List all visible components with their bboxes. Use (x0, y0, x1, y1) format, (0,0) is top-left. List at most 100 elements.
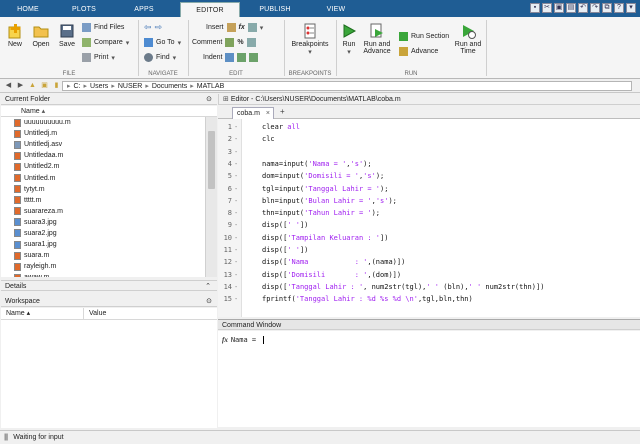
copy-icon[interactable]: ▣ (554, 3, 564, 13)
paste-icon[interactable]: ▤ (566, 3, 576, 13)
code-line[interactable]: 3- (218, 147, 640, 157)
tab-view[interactable]: VIEW (316, 2, 356, 17)
find-button[interactable]: Find ▾ (144, 52, 176, 63)
file-list-item[interactable]: uuuuuuuuuu.m (1, 117, 205, 128)
breakpoint-marker[interactable]: - (234, 245, 238, 255)
indent-button[interactable]: Indent (203, 52, 259, 63)
collapse-icon[interactable]: ⊞ (223, 96, 229, 103)
run-and-time-button[interactable]: Run and Time (454, 23, 482, 55)
scrollbar-thumb[interactable] (208, 131, 215, 189)
file-list-item[interactable]: suara3.jpg (1, 217, 205, 228)
crumb-nuser[interactable]: NUSER (118, 83, 143, 90)
breakpoint-marker[interactable]: - (234, 208, 238, 218)
crumb-matlab[interactable]: MATLAB (197, 83, 225, 90)
forward-arrow-icon[interactable]: ⇨ (155, 22, 163, 33)
close-tab-icon[interactable]: × (266, 108, 270, 119)
file-list-item[interactable]: suara.m (1, 250, 205, 261)
forward-icon[interactable]: ▶ (16, 81, 25, 90)
code-line[interactable]: 7- bln=input('Bulan Lahir = ','s'); (218, 196, 640, 206)
code-line[interactable]: 1- clear all (218, 122, 640, 132)
tab-plots[interactable]: PLOTS (64, 2, 104, 17)
breakpoint-marker[interactable]: - (234, 134, 238, 144)
breakpoint-marker[interactable]: - (234, 257, 238, 267)
run-section-button[interactable]: Run Section (399, 31, 449, 42)
tab-editor[interactable]: EDITOR (180, 2, 240, 17)
run-and-advance-button[interactable]: Run and Advance (362, 23, 392, 55)
breakpoint-marker[interactable]: - (234, 220, 238, 230)
comment-button[interactable]: Comment % (192, 37, 256, 48)
code-line[interactable]: 6- tgl=input('Tanggal Lahir = '); (218, 184, 640, 194)
new-tab-button[interactable]: + (280, 107, 285, 116)
code-line[interactable]: 4- nama=input('Nama = ','s'); (218, 159, 640, 169)
crumb-documents[interactable]: Documents (152, 83, 187, 90)
save-quick-icon[interactable]: ▪ (530, 3, 540, 13)
breakpoint-marker[interactable]: - (234, 196, 238, 206)
code-line[interactable]: 8- thn=input('Tahun Lahir = '); (218, 208, 640, 218)
undo-icon[interactable]: ↶ (578, 3, 588, 13)
back-forward-buttons[interactable]: ⇦ ⇨ (144, 22, 162, 33)
breakpoint-marker[interactable]: - (234, 294, 238, 304)
print-button[interactable]: Print ▾ (82, 52, 115, 63)
crumb-drive[interactable]: C: (74, 83, 81, 90)
breakpoint-marker[interactable]: - (234, 233, 238, 243)
code-line[interactable]: 10- disp(['Tampilan Keluaran : ']) (218, 233, 640, 243)
code-line[interactable]: 9- disp([' ']) (218, 220, 640, 230)
fx-icon[interactable]: fx (239, 24, 245, 31)
file-list-item[interactable]: tytyt.m (1, 184, 205, 195)
up-folder-icon[interactable]: ▲ (28, 81, 37, 90)
current-folder-path[interactable]: ▸ C: ▸ Users ▸ NUSER ▸ Documents ▸ MATLA… (62, 81, 632, 91)
workspace-name-header[interactable]: Name ▴ (6, 308, 30, 320)
browse-folder-icon[interactable]: ▣ (40, 81, 49, 90)
file-list-item[interactable]: rayleigh.m (1, 261, 205, 272)
goto-button[interactable]: Go To ▾ (144, 37, 181, 48)
expand-details-icon[interactable]: ⌃ (205, 281, 211, 292)
code-line[interactable]: 15- fprintf('Tanggal Lahir : %d %s %d \n'… (218, 294, 640, 304)
details-title[interactable]: Details ⌃ (1, 280, 217, 291)
percent-icon[interactable]: % (237, 39, 243, 46)
help-icon[interactable]: ? (614, 3, 624, 13)
file-list-item[interactable]: Untitled2.m (1, 161, 205, 172)
code-line[interactable]: 13- disp(['Domisili : ',(dom)]) (218, 270, 640, 280)
command-prompt-line[interactable]: fx Nama = (222, 336, 265, 344)
open-button[interactable]: Open (30, 23, 52, 48)
panel-menu-icon[interactable]: ⊙ (206, 94, 212, 105)
compare-button[interactable]: Compare ▾ (82, 37, 129, 48)
switch-windows-icon[interactable]: ⧉ (602, 3, 612, 13)
new-button[interactable]: New (4, 23, 26, 48)
breakpoint-marker[interactable]: - (234, 184, 238, 194)
advance-button[interactable]: Advance (399, 46, 438, 57)
decrease-indent-icon[interactable] (249, 53, 259, 62)
tab-coba-m[interactable]: coba.m × (232, 107, 274, 119)
file-list-scrollbar[interactable] (205, 117, 217, 277)
file-list-item[interactable]: Untitledj.m (1, 128, 205, 139)
tab-home[interactable]: HOME (8, 2, 48, 17)
breakpoints-button[interactable]: Breakpoints ▾ (288, 23, 332, 56)
breakpoint-marker[interactable]: - (234, 270, 238, 280)
file-list-item[interactable]: ttttt.m (1, 195, 205, 206)
workspace-value-header[interactable]: Value (89, 308, 106, 320)
breakpoint-marker[interactable]: - (234, 159, 238, 169)
code-line[interactable]: 5- dom=input('Domisili = ','s'); (218, 171, 640, 181)
file-list-item[interactable]: Untitled.m (1, 172, 205, 183)
breakpoint-marker[interactable]: - (234, 122, 238, 132)
wrap-comments-icon[interactable] (246, 38, 256, 47)
save-button[interactable]: Save (56, 23, 78, 48)
file-list-item[interactable]: suara2.jpg (1, 228, 205, 239)
code-line[interactable]: 12- disp(['Nama : ',(nama)]) (218, 257, 640, 267)
command-window[interactable]: fx Nama = (218, 331, 640, 427)
file-list-item[interactable]: awaw.m (1, 272, 205, 277)
increase-indent-icon[interactable] (237, 53, 247, 62)
expand-icon[interactable]: ▾ (626, 3, 636, 13)
fx-prompt-icon[interactable]: fx (222, 336, 228, 344)
breakpoint-marker[interactable]: - (234, 282, 238, 292)
code-editor[interactable]: 1- clear all 2- clc 3-4- nama=input('Nama = '… (218, 119, 640, 317)
breakpoint-marker[interactable]: - (234, 147, 238, 157)
redo-icon[interactable]: ↷ (590, 3, 600, 13)
tab-publish[interactable]: PUBLISH (250, 2, 300, 17)
code-line[interactable]: 11- disp([' ']) (218, 245, 640, 255)
crumb-users[interactable]: Users (90, 83, 108, 90)
insert-button[interactable]: Insert fx ▾ (206, 22, 263, 33)
file-list-item[interactable]: suara1.jpg (1, 239, 205, 250)
tab-apps[interactable]: APPS (124, 2, 164, 17)
code-line[interactable]: 14- disp(['Tanggal Lahir : ', num2str(tgl… (218, 282, 640, 292)
